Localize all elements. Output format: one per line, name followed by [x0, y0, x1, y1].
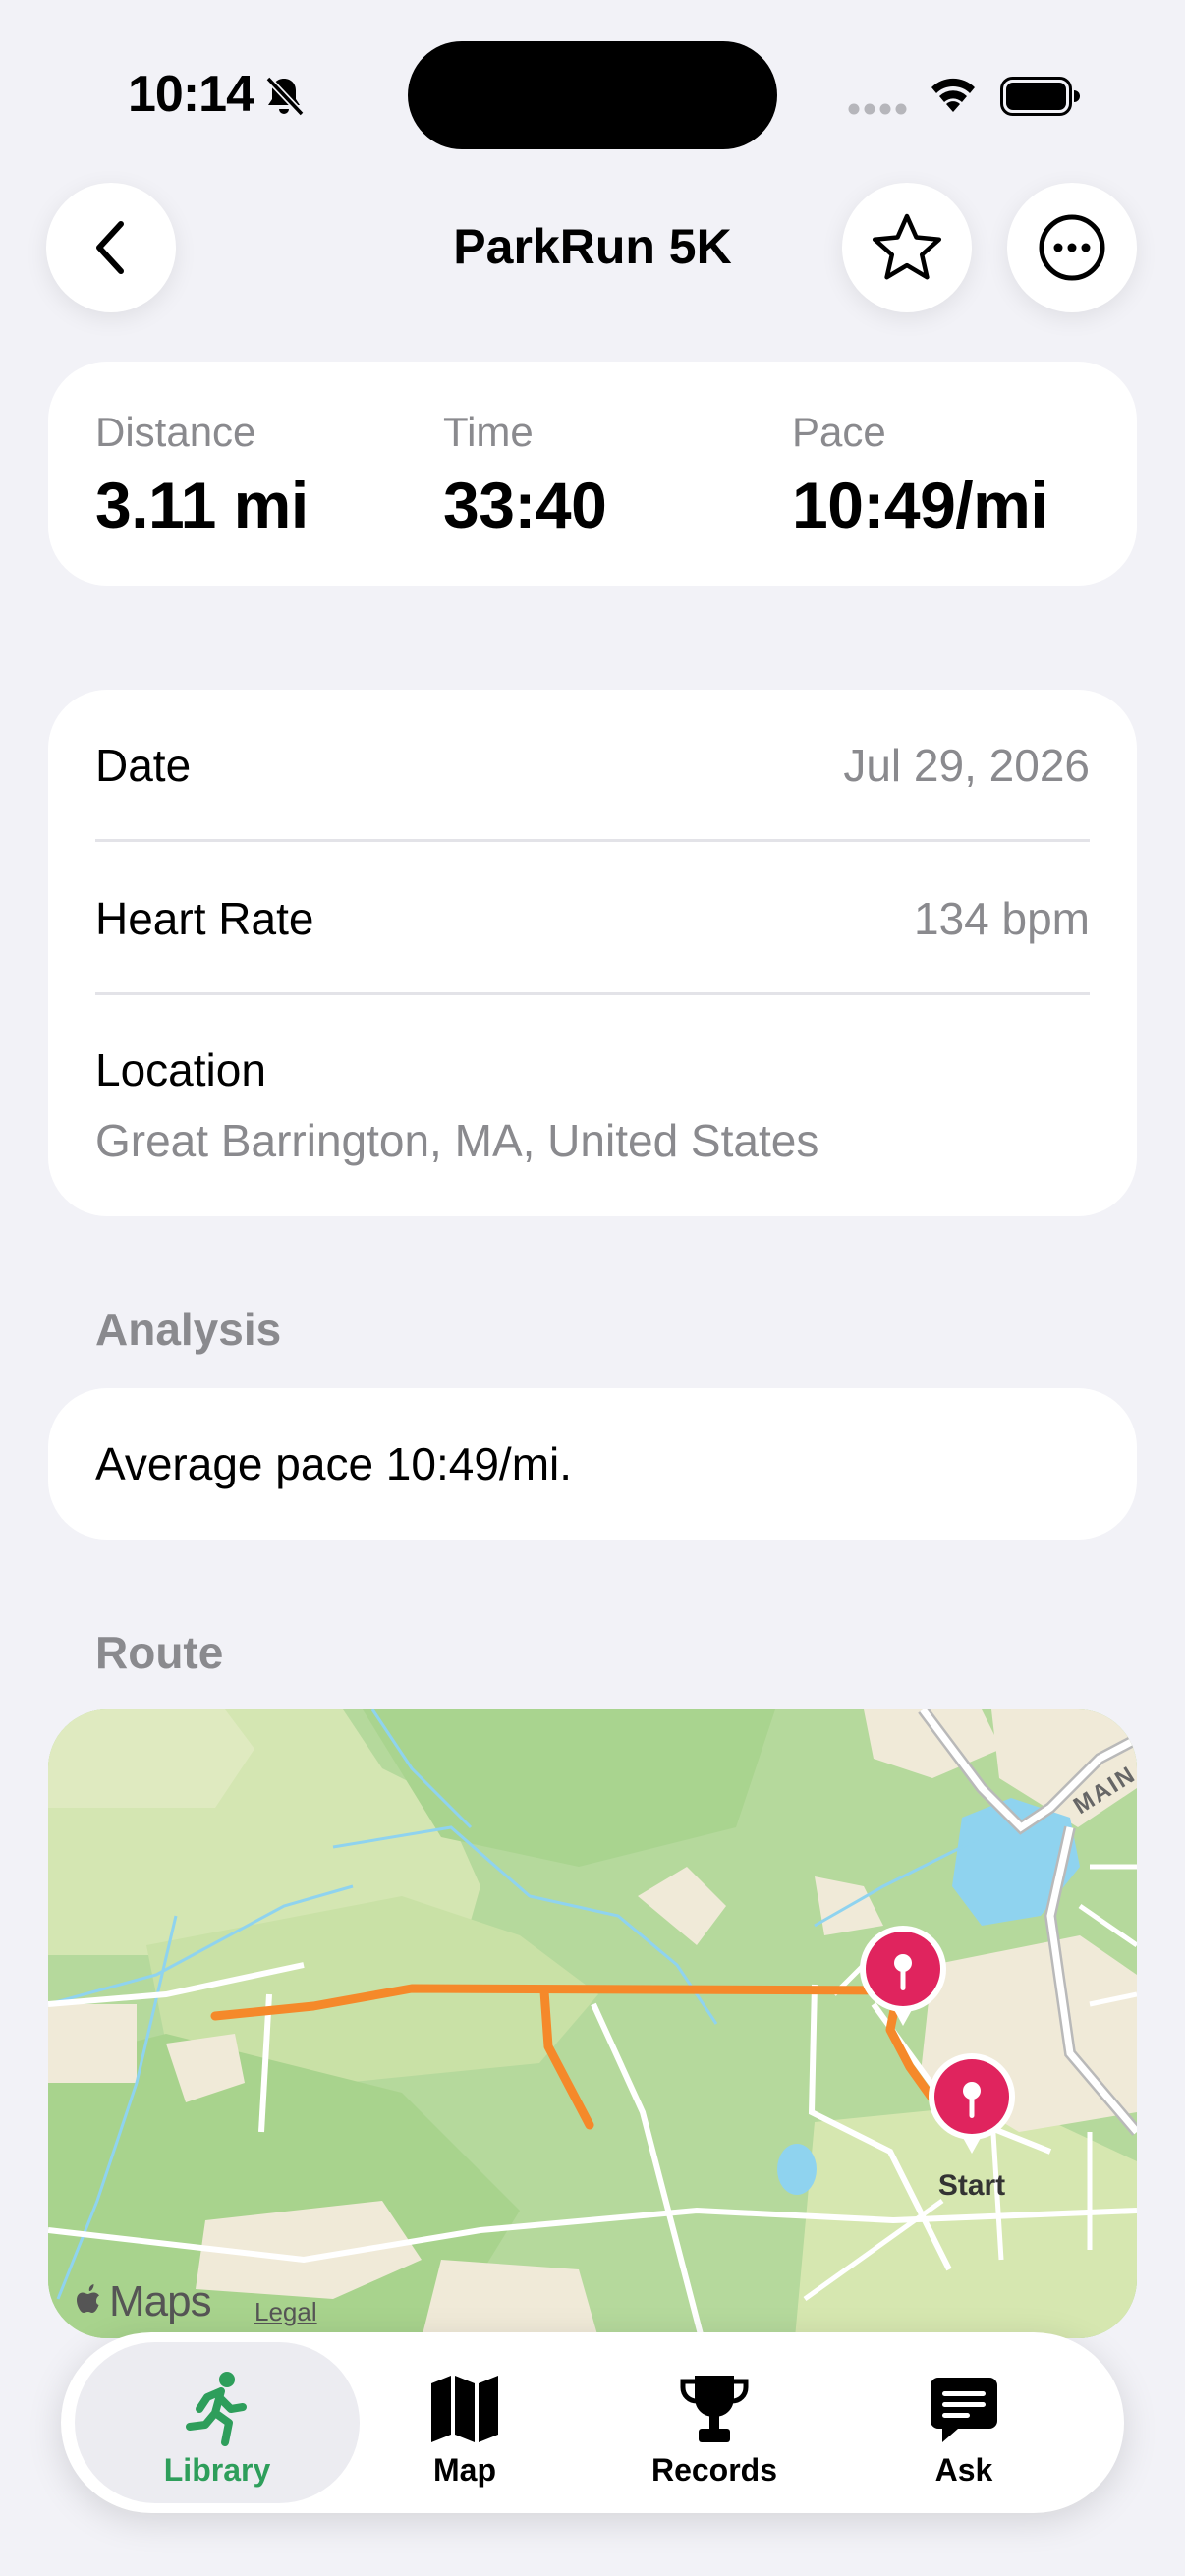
more-options-button[interactable]: [1007, 183, 1137, 312]
bell-slash-icon: [265, 76, 305, 117]
analysis-text: Average pace 10:49/mi.: [95, 1438, 573, 1489]
wifi-icon: [931, 78, 975, 112]
divider: [95, 839, 1090, 842]
analysis-card: Average pace 10:49/mi.: [48, 1388, 1137, 1540]
tab-label: Records: [650, 2452, 778, 2488]
favorite-button[interactable]: [842, 183, 972, 312]
location-label: Location: [95, 1044, 266, 1095]
stat-label: Pace: [792, 409, 886, 455]
route-map[interactable]: MAIN Start Maps Legal: [48, 1709, 1137, 2338]
cellular-signal-icon: [848, 103, 907, 115]
location-value: Great Barrington, MA, United States: [95, 1115, 819, 1166]
map-canvas: MAIN: [48, 1709, 1137, 2338]
stat-distance: Distance 3.11 mi: [95, 409, 309, 542]
tab-library[interactable]: Library: [75, 2342, 360, 2503]
trophy-icon: [680, 2376, 749, 2442]
tab-records[interactable]: Records: [572, 2342, 857, 2503]
tab-bar: Library Map Records Ask: [61, 2332, 1124, 2513]
stat-time: Time 33:40: [443, 409, 607, 542]
stats-card: Distance 3.11 mi Time 33:40 Pace 10:49/m…: [48, 362, 1137, 586]
start-pin-icon[interactable]: [925, 2051, 1019, 2159]
stat-value: 33:40: [443, 469, 607, 541]
route-header: Route: [95, 1627, 224, 1678]
status-bar: 10:14: [0, 0, 1185, 187]
end-pin-icon[interactable]: [856, 1924, 950, 2032]
stat-pace: Pace 10:49/mi: [792, 409, 1048, 542]
heart-rate-row: Heart Rate 134 bpm: [95, 892, 1090, 945]
runner-icon: [186, 2372, 247, 2446]
analysis-header: Analysis: [95, 1304, 282, 1355]
tab-label: Map: [433, 2452, 496, 2488]
details-card: Date Jul 29, 2026 Heart Rate 134 bpm Loc…: [48, 690, 1137, 1216]
tab-label: Library: [163, 2452, 271, 2488]
ellipsis-circle-icon: [1039, 214, 1105, 281]
dynamic-island: [408, 41, 777, 149]
legal-link[interactable]: Legal: [254, 2297, 317, 2327]
start-label: Start: [937, 2169, 1006, 2202]
maps-attribution: Maps: [109, 2277, 212, 2325]
map-icon: [431, 2376, 498, 2442]
stat-value: 3.11 mi: [95, 469, 309, 541]
tab-ask[interactable]: Ask: [821, 2342, 1106, 2503]
stat-value: 10:49/mi: [792, 469, 1048, 541]
location-row: Location Great Barrington, MA, United St…: [95, 1043, 1090, 1167]
tab-map[interactable]: Map: [322, 2342, 607, 2503]
chat-bubble-icon: [931, 2378, 997, 2442]
stat-label: Distance: [95, 409, 256, 455]
status-time: 10:14: [128, 66, 254, 123]
battery-icon: [1000, 77, 1080, 116]
date-value: Jul 29, 2026: [843, 740, 1090, 791]
date-row: Date Jul 29, 2026: [95, 739, 1090, 792]
divider: [95, 992, 1090, 995]
tab-label: Ask: [934, 2452, 993, 2488]
heart-rate-value: 134 bpm: [913, 893, 1090, 944]
star-icon: [872, 213, 942, 280]
stat-label: Time: [443, 409, 534, 455]
apple-logo-icon: [77, 2284, 99, 2313]
